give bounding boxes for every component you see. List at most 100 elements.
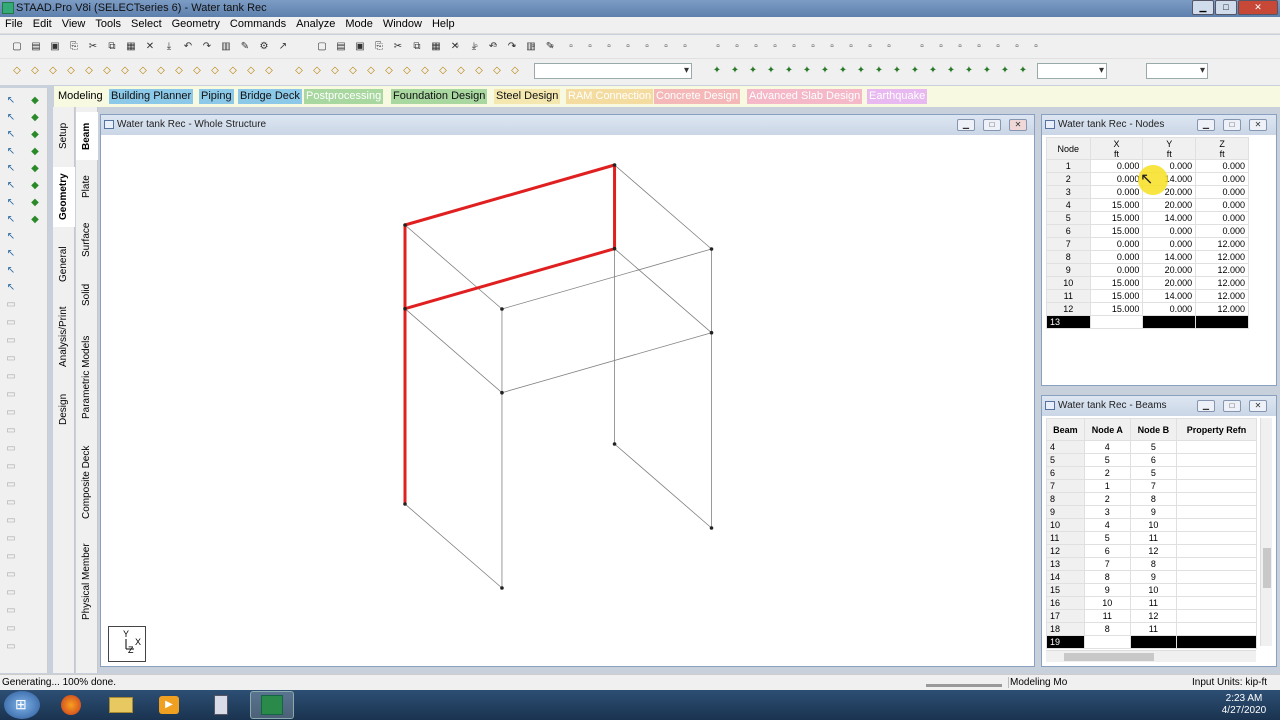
mode-tab-foundation-design[interactable]: Foundation Design: [391, 89, 488, 104]
toolbar-tool-icon[interactable]: ▣: [48, 40, 62, 54]
nodes-column-header[interactable]: Yft: [1142, 137, 1197, 160]
toolbar-display-icon[interactable]: ✦: [872, 64, 886, 78]
mode-tab-ram-connection[interactable]: RAM Connection: [566, 89, 654, 104]
beams-close-button[interactable]: ✕: [1249, 400, 1267, 412]
table-row[interactable]: 625: [1046, 466, 1257, 480]
toolbar-select-icon[interactable]: ◇: [364, 64, 378, 78]
toolbar-display-icon[interactable]: ✦: [782, 64, 796, 78]
vtab-physical-member[interactable]: Physical Member: [76, 537, 98, 627]
structure-node[interactable]: [709, 330, 714, 335]
toolbar-display-icon[interactable]: ✦: [1016, 64, 1030, 78]
beams-column-header[interactable]: Beam: [1046, 418, 1085, 441]
table-cell[interactable]: [1176, 505, 1257, 519]
toolbar-view-icon[interactable]: ▫: [730, 40, 744, 54]
toolbar-tool-icon[interactable]: ✎: [238, 40, 252, 54]
cursor-tool-icon[interactable]: ↖: [4, 128, 18, 142]
taskbar-calculator[interactable]: [206, 693, 236, 717]
row-header[interactable]: 4: [1046, 198, 1091, 212]
table-cell[interactable]: [1176, 531, 1257, 545]
menu-analyze[interactable]: Analyze: [291, 17, 340, 31]
menu-view[interactable]: View: [57, 17, 91, 31]
table-cell[interactable]: 5: [1129, 440, 1178, 454]
table-cell[interactable]: 14.000: [1142, 211, 1197, 225]
toolbar-view-icon[interactable]: ▫: [991, 40, 1005, 54]
table-cell[interactable]: [1129, 635, 1178, 649]
toolbar-display-icon[interactable]: ✦: [818, 64, 832, 78]
disabled-tool-icon[interactable]: ▭: [4, 478, 18, 492]
row-header[interactable]: 5: [1046, 453, 1085, 467]
toolbar-display-icon[interactable]: ✦: [854, 64, 868, 78]
row-header[interactable]: 15: [1046, 583, 1085, 597]
beams-column-header[interactable]: Property Refn: [1176, 418, 1257, 441]
beam-member[interactable]: [404, 503, 503, 589]
toolbar-select-icon[interactable]: ◇: [346, 64, 360, 78]
table-cell[interactable]: 0.000: [1195, 185, 1249, 199]
selection-combo[interactable]: [534, 63, 692, 79]
table-row[interactable]: 15 9 10: [1046, 583, 1257, 597]
table-cell[interactable]: 0.000: [1142, 237, 1197, 251]
table-row[interactable]: 12 15.000 0.000 12.000: [1046, 302, 1249, 316]
table-cell[interactable]: [1176, 557, 1257, 571]
toolbar-view-icon[interactable]: ▫: [564, 40, 578, 54]
toolbar-select-icon[interactable]: ◇: [82, 64, 96, 78]
toolbar-view-icon[interactable]: ▫: [972, 40, 986, 54]
toolbar-view-icon[interactable]: ▫: [545, 40, 559, 54]
new-row[interactable]: 13: [1046, 315, 1249, 329]
row-header[interactable]: 6: [1046, 224, 1091, 238]
toolbar-view-icon[interactable]: ▫: [806, 40, 820, 54]
disabled-tool-icon[interactable]: ▭: [4, 604, 18, 618]
beams-column-header[interactable]: Node B: [1129, 418, 1178, 441]
table-row[interactable]: 939: [1046, 505, 1257, 519]
structure-maximize-button[interactable]: □: [983, 119, 1001, 131]
table-cell[interactable]: 2: [1083, 466, 1131, 480]
toolbar-view-icon[interactable]: ▫: [953, 40, 967, 54]
table-cell[interactable]: 10: [1129, 518, 1178, 532]
toolbar-tool-icon[interactable]: ▣: [353, 40, 367, 54]
table-cell[interactable]: 12.000: [1195, 263, 1249, 277]
table-cell[interactable]: 12.000: [1195, 276, 1249, 290]
table-cell[interactable]: 14.000: [1142, 250, 1197, 264]
minimize-button[interactable]: ▁: [1192, 0, 1214, 15]
mode-tab-building-planner[interactable]: Building Planner: [109, 89, 194, 104]
vtab-plate[interactable]: Plate: [76, 167, 98, 207]
table-cell[interactable]: [1176, 544, 1257, 558]
beam-member[interactable]: [614, 443, 712, 529]
geometry-tool-icon[interactable]: ◆: [28, 111, 42, 125]
toolbar-select-icon[interactable]: ◇: [454, 64, 468, 78]
toolbar-view-icon[interactable]: ▫: [621, 40, 635, 54]
toolbar-select-icon[interactable]: ◇: [172, 64, 186, 78]
selected-beam[interactable]: [404, 247, 615, 311]
toolbar-select-icon[interactable]: ◇: [328, 64, 342, 78]
toolbar-view-icon[interactable]: ▫: [488, 40, 502, 54]
toolbar-tool-icon[interactable]: ↷: [200, 40, 214, 54]
table-row[interactable]: 12 6 12: [1046, 544, 1257, 558]
structure-node[interactable]: [612, 163, 617, 167]
table-cell[interactable]: 11: [1129, 622, 1178, 636]
table-cell[interactable]: 12.000: [1195, 289, 1249, 303]
toolbar-tool-icon[interactable]: ▤: [29, 40, 43, 54]
table-row[interactable]: 8 0.000 14.000 12.000: [1046, 250, 1249, 264]
toolbar-display-icon[interactable]: ✦: [890, 64, 904, 78]
table-row[interactable]: 18 8 11: [1046, 622, 1257, 636]
table-cell[interactable]: 4: [1083, 518, 1131, 532]
toolbar-display-icon[interactable]: ✦: [710, 64, 724, 78]
table-cell[interactable]: 15.000: [1089, 198, 1144, 212]
beams-minimize-button[interactable]: ▁: [1197, 400, 1215, 412]
table-cell[interactable]: 0.000: [1195, 224, 1249, 238]
toolbar-select-icon[interactable]: ◇: [226, 64, 240, 78]
table-cell[interactable]: 3: [1083, 505, 1131, 519]
disabled-tool-icon[interactable]: ▭: [4, 442, 18, 456]
structure-node[interactable]: [612, 442, 617, 446]
cursor-tool-icon[interactable]: ↖: [4, 230, 18, 244]
table-cell[interactable]: 12: [1129, 544, 1178, 558]
mode-tab-advanced-slab-design[interactable]: Advanced Slab Design: [747, 89, 863, 104]
toolbar-display-icon[interactable]: ✦: [728, 64, 742, 78]
table-cell[interactable]: 5: [1129, 466, 1178, 480]
table-row[interactable]: 5 15.000 14.000 0.000: [1046, 211, 1249, 225]
table-cell[interactable]: 0.000: [1089, 237, 1144, 251]
disabled-tool-icon[interactable]: ▭: [4, 298, 18, 312]
toolbar-view-icon[interactable]: ▫: [1010, 40, 1024, 54]
row-header[interactable]: 14: [1046, 570, 1085, 584]
toolbar-view-icon[interactable]: ▫: [602, 40, 616, 54]
row-header[interactable]: 1: [1046, 159, 1091, 173]
